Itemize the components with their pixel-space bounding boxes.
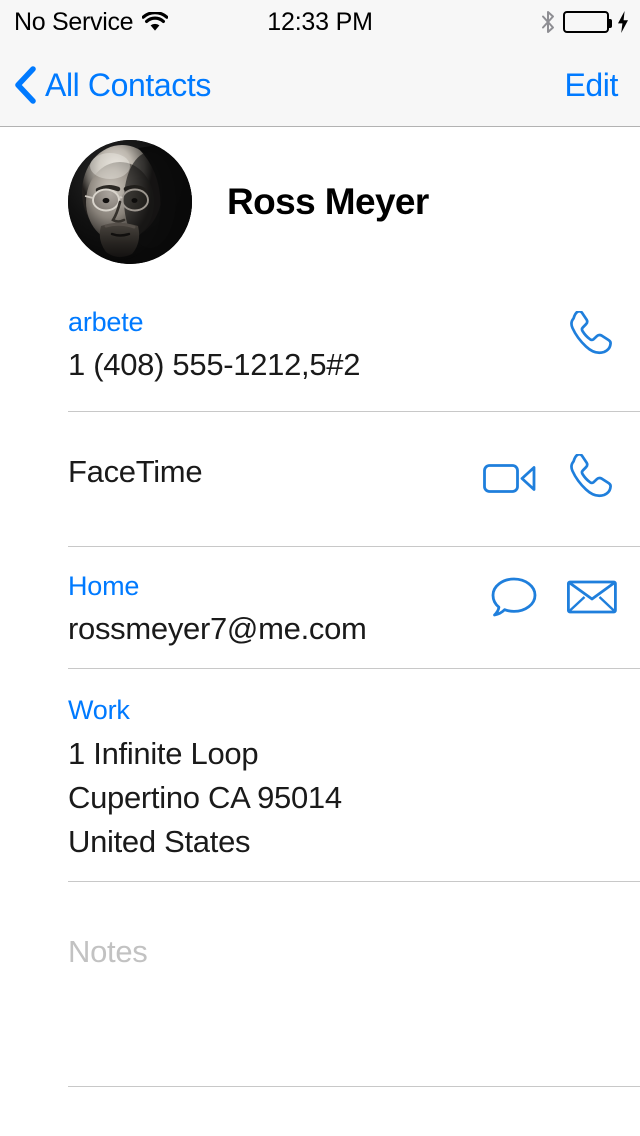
contact-detail-screen: No Service 12:33 PM All Contacts Edit Ro… bbox=[0, 0, 640, 1136]
video-camera-icon[interactable] bbox=[482, 457, 538, 504]
lightning-bolt-icon bbox=[616, 10, 630, 34]
contact-content: Ross Meyer arbete 1 (408) 555-1212,5#2 F… bbox=[0, 127, 640, 1136]
email-row[interactable]: Home rossmeyer7@me.com bbox=[0, 547, 640, 669]
row-separator bbox=[68, 1086, 640, 1087]
address-label: Work bbox=[68, 695, 130, 725]
message-bubble-icon[interactable] bbox=[490, 575, 540, 624]
back-button-label: All Contacts bbox=[45, 66, 211, 103]
phone-label: arbete bbox=[68, 307, 144, 337]
navigation-bar: All Contacts Edit bbox=[0, 44, 640, 127]
back-button[interactable]: All Contacts bbox=[14, 44, 211, 126]
phone-handset-icon[interactable] bbox=[564, 309, 618, 364]
battery-full-icon bbox=[563, 11, 612, 33]
contact-name: Ross Meyer bbox=[227, 181, 429, 222]
contact-photo-avatar[interactable] bbox=[68, 140, 192, 264]
phone-row[interactable]: arbete 1 (408) 555-1212,5#2 bbox=[0, 277, 640, 412]
facetime-row-actions bbox=[482, 452, 618, 507]
phone-row-actions bbox=[564, 309, 618, 364]
address-row[interactable]: Work 1 Infinite Loop Cupertino CA 95014 … bbox=[0, 669, 640, 882]
address-line: Cupertino CA 95014 bbox=[68, 780, 342, 815]
notes-row[interactable]: Notes bbox=[0, 882, 640, 1087]
notes-placeholder: Notes bbox=[68, 934, 148, 969]
address-line: United States bbox=[68, 824, 251, 859]
status-bar-right bbox=[540, 0, 630, 44]
contact-header: Ross Meyer bbox=[0, 127, 640, 277]
phone-number: 1 (408) 555-1212,5#2 bbox=[68, 347, 361, 382]
facetime-row[interactable]: FaceTime bbox=[0, 412, 640, 547]
address-line: 1 Infinite Loop bbox=[68, 736, 259, 771]
bluetooth-icon bbox=[540, 10, 556, 34]
edit-button[interactable]: Edit bbox=[564, 44, 618, 126]
chevron-left-icon bbox=[14, 66, 36, 104]
status-bar: No Service 12:33 PM bbox=[0, 0, 640, 44]
envelope-icon[interactable] bbox=[566, 577, 618, 622]
email-row-actions bbox=[490, 575, 618, 624]
phone-handset-icon[interactable] bbox=[564, 452, 618, 507]
